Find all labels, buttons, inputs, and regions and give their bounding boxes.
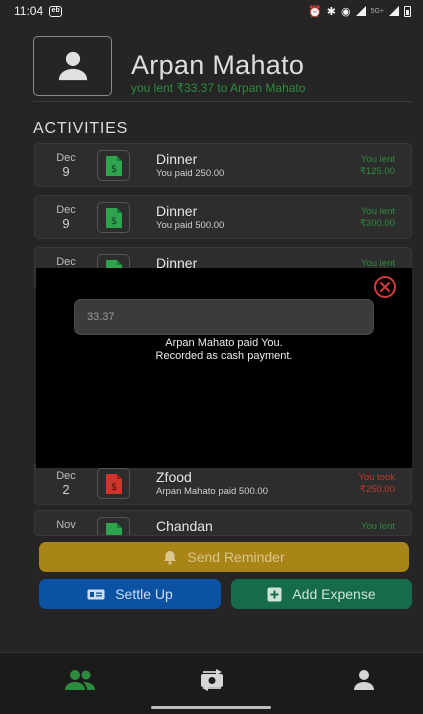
svg-text:$: $ xyxy=(110,164,116,175)
alarm-icon: ⏰ xyxy=(308,5,322,18)
activity-item[interactable]: Dec 9 $ Dinner You paid 250.00 You lent … xyxy=(34,143,412,187)
wifi-icon: ◉ xyxy=(340,5,351,18)
message-line-1: Arpan Mahato paid You. xyxy=(165,337,283,349)
home-indicator[interactable] xyxy=(151,706,271,709)
close-icon xyxy=(380,282,390,292)
amount-value: ₹250.00 xyxy=(359,484,395,495)
network-type-label: 5G+ xyxy=(370,7,384,15)
bill-icon-box: $ xyxy=(97,150,130,181)
balance-status: you lent ₹33.37 to Arpan Mahato xyxy=(131,81,306,95)
bell-icon xyxy=(164,550,177,565)
bluetooth-icon: ✱ xyxy=(326,5,336,18)
svg-text:$: $ xyxy=(110,216,116,227)
amount-value: ₹125.00 xyxy=(359,166,395,177)
activity-title: Zfood xyxy=(156,469,192,485)
activity-day: 2 xyxy=(62,482,70,497)
send-reminder-label: Send Reminder xyxy=(187,549,285,565)
profile-icon xyxy=(354,670,374,690)
plus-square-icon xyxy=(267,587,282,601)
person-icon xyxy=(58,51,87,81)
amount-label: You lent xyxy=(361,206,395,217)
battery-icon xyxy=(404,5,411,17)
activity-day: 9 xyxy=(62,216,70,231)
message-line-2: Recorded as cash payment. xyxy=(155,350,293,362)
settle-up-button[interactable]: Settle Up xyxy=(39,579,221,609)
amount-label: You lent xyxy=(361,521,395,532)
bill-icon-box: $ xyxy=(97,202,130,233)
money-transfer-icon xyxy=(201,669,223,691)
activity-subtitle: You paid 250.00 xyxy=(156,168,225,179)
activity-date: Nov xyxy=(51,519,81,532)
bottom-nav xyxy=(0,652,423,714)
activity-title: Dinner xyxy=(156,203,198,219)
cash-icon xyxy=(87,589,105,599)
activity-item[interactable]: Nov Chandan You lent xyxy=(34,510,412,536)
amount-input[interactable]: 33.37 xyxy=(74,299,374,335)
avatar[interactable] xyxy=(33,36,112,96)
activity-amount: You lent ₹125.00 xyxy=(360,154,395,178)
activity-date: Dec 9 xyxy=(51,152,81,178)
svg-text:$: $ xyxy=(110,482,116,493)
nav-profile[interactable] xyxy=(344,667,384,693)
activity-subtitle: You paid 500.00 xyxy=(156,220,225,231)
activity-subtitle: Arpan Mahato paid 500.00 xyxy=(156,486,268,497)
friend-name: Arpan Mahato xyxy=(131,50,305,80)
activity-day: 9 xyxy=(62,164,70,179)
activity-date: Dec 9 xyxy=(51,204,81,230)
activity-title: Chandan xyxy=(156,518,213,534)
signal-icon xyxy=(355,6,366,16)
nav-friends[interactable] xyxy=(60,667,100,693)
bill-icon xyxy=(105,522,122,535)
activities-heading: ACTIVITIES xyxy=(33,120,129,137)
send-reminder-button[interactable]: Send Reminder xyxy=(39,542,409,572)
status-time: 11:04 xyxy=(14,4,44,18)
status-bar: 11:04 eb ⏰ ✱ ◉ 5G+ xyxy=(0,0,423,22)
nav-transactions[interactable] xyxy=(192,667,232,693)
bill-icon-box: $ xyxy=(97,468,130,499)
activity-amount: You lent ₹300.00 xyxy=(360,206,395,230)
amount-label: You lent xyxy=(361,154,395,165)
activity-month: Nov xyxy=(56,519,76,531)
signal-icon-2 xyxy=(389,6,399,16)
activity-amount: You lent xyxy=(361,521,395,533)
add-expense-label: Add Expense xyxy=(292,586,376,602)
friends-icon xyxy=(65,670,95,690)
bill-icon-box xyxy=(97,517,130,535)
bill-icon: $ xyxy=(105,473,122,494)
amount-value: ₹300.00 xyxy=(359,218,395,229)
activity-item[interactable]: Dec 9 $ Dinner You paid 500.00 You lent … xyxy=(34,195,412,239)
settle-up-label: Settle Up xyxy=(115,586,173,602)
bill-icon: $ xyxy=(105,207,122,228)
close-button[interactable] xyxy=(374,276,396,298)
add-expense-button[interactable]: Add Expense xyxy=(231,579,412,609)
payment-message: Arpan Mahato paid You. Recorded as cash … xyxy=(36,337,412,363)
activity-amount: You took ₹250.00 xyxy=(358,472,395,496)
activity-date: Dec 2 xyxy=(51,470,81,496)
payment-modal: 33.37 Arpan Mahato paid You. Recorded as… xyxy=(36,268,412,468)
activity-title: Dinner xyxy=(156,151,198,167)
friend-header: Arpan Mahato you lent ₹33.37 to Arpan Ma… xyxy=(33,36,413,102)
app-notification-icon: eb xyxy=(49,5,63,17)
bill-icon: $ xyxy=(105,155,122,176)
amount-label: You took xyxy=(358,472,395,483)
